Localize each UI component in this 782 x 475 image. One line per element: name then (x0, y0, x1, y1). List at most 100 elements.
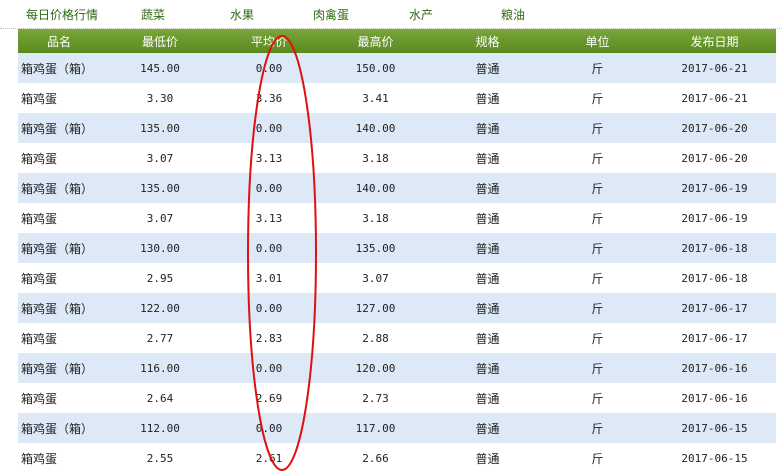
cell-max-price: 2.66 (318, 443, 433, 473)
cell-date: 2017-06-16 (653, 383, 776, 413)
cell-spec: 普通 (433, 353, 542, 383)
cell-product-name: 箱鸡蛋（箱） (18, 293, 100, 323)
cell-product-name: 箱鸡蛋 (18, 263, 100, 293)
cell-date: 2017-06-17 (653, 293, 776, 323)
cell-max-price: 2.73 (318, 383, 433, 413)
table-body: 箱鸡蛋（箱） 145.00 0.00 150.00 普通斤 2017-06-21 箱鸡蛋 3.… (18, 53, 776, 473)
cell-max-price: 3.18 (318, 203, 433, 233)
cell-product-name: 箱鸡蛋 (18, 383, 100, 413)
column-header-name: 品名 (18, 29, 100, 53)
table-row: 箱鸡蛋 3.30 3.36 3.41 普通斤 2017-06-21 (18, 83, 776, 113)
cell-avg-price: 3.36 (220, 83, 318, 113)
nav-item-seafood[interactable]: 水产 (409, 6, 433, 23)
cell-max-price: 3.41 (318, 83, 433, 113)
cell-date: 2017-06-19 (653, 173, 776, 203)
cell-spec: 普通 (433, 113, 542, 143)
cell-min-price: 135.00 (100, 113, 220, 143)
cell-avg-price: 0.00 (220, 113, 318, 143)
cell-product-name: 箱鸡蛋（箱） (18, 413, 100, 443)
table-header: 品名 最低价 平均价 最高价 规格 单位 发布日期 (18, 29, 776, 53)
cell-avg-price: 0.00 (220, 413, 318, 443)
nav-item-grain-oil[interactable]: 粮油 (501, 6, 525, 23)
column-header-min-price: 最低价 (100, 29, 220, 53)
cell-max-price: 127.00 (318, 293, 433, 323)
header-row: 品名 最低价 平均价 最高价 规格 单位 发布日期 (18, 29, 776, 53)
cell-min-price: 112.00 (100, 413, 220, 443)
cell-max-price: 135.00 (318, 233, 433, 263)
cell-unit: 斤 (542, 113, 653, 143)
cell-avg-price: 2.83 (220, 323, 318, 353)
cell-product-name: 箱鸡蛋 (18, 443, 100, 473)
cell-avg-price: 0.00 (220, 353, 318, 383)
price-table: 品名 最低价 平均价 最高价 规格 单位 发布日期 箱鸡蛋（箱） 145.00 0.… (18, 29, 776, 473)
cell-max-price: 117.00 (318, 413, 433, 443)
cell-avg-price: 3.01 (220, 263, 318, 293)
cell-avg-price: 2.61 (220, 443, 318, 473)
cell-max-price: 2.88 (318, 323, 433, 353)
cell-avg-price: 0.00 (220, 53, 318, 83)
cell-product-name: 箱鸡蛋（箱） (18, 353, 100, 383)
cell-product-name: 箱鸡蛋 (18, 323, 100, 353)
column-header-avg-price: 平均价 (220, 29, 318, 53)
cell-spec: 普通 (433, 413, 542, 443)
cell-min-price: 2.55 (100, 443, 220, 473)
cell-max-price: 3.18 (318, 143, 433, 173)
cell-product-name: 箱鸡蛋（箱） (18, 233, 100, 263)
cell-spec: 普通 (433, 83, 542, 113)
cell-spec: 普通 (433, 53, 542, 83)
cell-date: 2017-06-18 (653, 233, 776, 263)
cell-avg-price: 0.00 (220, 233, 318, 263)
cell-unit: 斤 (542, 173, 653, 203)
cell-unit: 斤 (542, 353, 653, 383)
cell-min-price: 130.00 (100, 233, 220, 263)
top-navigation: 每日价格行情 蔬菜 水果 肉禽蛋 水产 粮油 (0, 0, 782, 29)
cell-min-price: 2.95 (100, 263, 220, 293)
cell-min-price: 116.00 (100, 353, 220, 383)
nav-item-fruit[interactable]: 水果 (230, 6, 254, 23)
table-row: 箱鸡蛋 2.64 2.69 2.73 普通斤 2017-06-16 (18, 383, 776, 413)
column-header-max-price: 最高价 (318, 29, 433, 53)
cell-product-name: 箱鸡蛋（箱） (18, 173, 100, 203)
cell-unit: 斤 (542, 203, 653, 233)
cell-max-price: 140.00 (318, 113, 433, 143)
cell-date: 2017-06-20 (653, 113, 776, 143)
table-row: 箱鸡蛋（箱） 130.00 0.00 135.00 普通斤 2017-06-18 (18, 233, 776, 263)
cell-spec: 普通 (433, 443, 542, 473)
cell-unit: 斤 (542, 263, 653, 293)
cell-unit: 斤 (542, 83, 653, 113)
cell-date: 2017-06-15 (653, 443, 776, 473)
cell-date: 2017-06-20 (653, 143, 776, 173)
cell-avg-price: 2.69 (220, 383, 318, 413)
cell-unit: 斤 (542, 53, 653, 83)
cell-max-price: 150.00 (318, 53, 433, 83)
cell-max-price: 120.00 (318, 353, 433, 383)
table-row: 箱鸡蛋（箱） 135.00 0.00 140.00 普通斤 2017-06-19 (18, 173, 776, 203)
cell-date: 2017-06-16 (653, 353, 776, 383)
nav-title-daily-prices[interactable]: 每日价格行情 (26, 6, 98, 23)
nav-item-meat-poultry-eggs[interactable]: 肉禽蛋 (313, 6, 349, 23)
table-row: 箱鸡蛋（箱） 122.00 0.00 127.00 普通斤 2017-06-17 (18, 293, 776, 323)
cell-product-name: 箱鸡蛋（箱） (18, 113, 100, 143)
cell-min-price: 2.77 (100, 323, 220, 353)
cell-unit: 斤 (542, 443, 653, 473)
cell-min-price: 3.07 (100, 203, 220, 233)
cell-product-name: 箱鸡蛋 (18, 203, 100, 233)
cell-unit: 斤 (542, 293, 653, 323)
table-row: 箱鸡蛋 2.95 3.01 3.07 普通斤 2017-06-18 (18, 263, 776, 293)
cell-avg-price: 0.00 (220, 293, 318, 323)
cell-spec: 普通 (433, 203, 542, 233)
cell-max-price: 3.07 (318, 263, 433, 293)
cell-unit: 斤 (542, 383, 653, 413)
table-row: 箱鸡蛋（箱） 135.00 0.00 140.00 普通斤 2017-06-20 (18, 113, 776, 143)
nav-item-vegetables[interactable]: 蔬菜 (141, 6, 165, 23)
cell-min-price: 3.07 (100, 143, 220, 173)
cell-spec: 普通 (433, 383, 542, 413)
cell-date: 2017-06-21 (653, 53, 776, 83)
table-row: 箱鸡蛋 2.55 2.61 2.66 普通斤 2017-06-15 (18, 443, 776, 473)
cell-unit: 斤 (542, 323, 653, 353)
table-row: 箱鸡蛋（箱） 112.00 0.00 117.00 普通斤 2017-06-15 (18, 413, 776, 443)
cell-spec: 普通 (433, 293, 542, 323)
cell-product-name: 箱鸡蛋 (18, 83, 100, 113)
table-row: 箱鸡蛋 2.77 2.83 2.88 普通斤 2017-06-17 (18, 323, 776, 353)
cell-spec: 普通 (433, 143, 542, 173)
